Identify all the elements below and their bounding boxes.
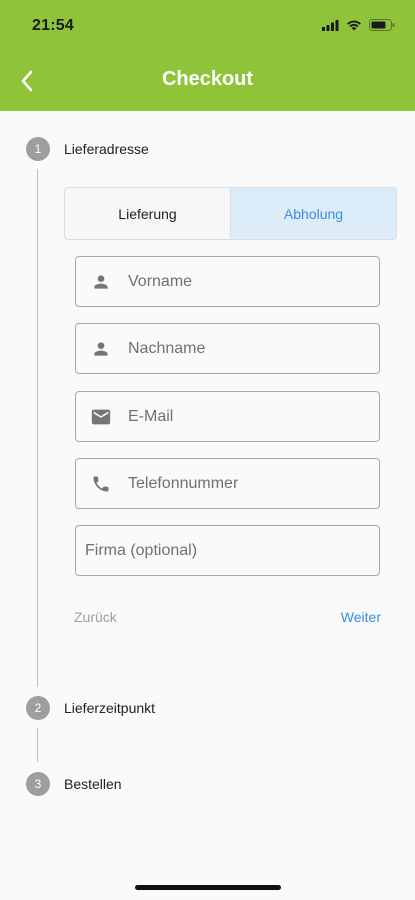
status-icons: [322, 19, 395, 31]
battery-icon: [369, 19, 395, 31]
back-step-button[interactable]: Zurück: [74, 609, 117, 625]
last-name-field[interactable]: Nachname: [75, 323, 380, 374]
step-3-number[interactable]: 3: [26, 772, 50, 796]
step-connector-line: [37, 169, 38, 687]
checkout-stepper: 1 Lieferadresse Lieferung Abholung Vorna…: [0, 111, 415, 900]
mail-icon: [90, 406, 112, 428]
email-placeholder: E-Mail: [128, 407, 174, 425]
next-step-button[interactable]: Weiter: [341, 609, 381, 625]
signal-icon: [322, 19, 339, 31]
step-3-label[interactable]: Bestellen: [64, 776, 122, 792]
status-time: 21:54: [32, 17, 74, 34]
first-name-field[interactable]: Vorname: [75, 256, 380, 307]
page-title: Checkout: [161, 68, 254, 90]
email-field[interactable]: E-Mail: [75, 391, 380, 442]
first-name-placeholder: Vorname: [128, 272, 193, 290]
delivery-option-button[interactable]: Lieferung: [65, 188, 230, 239]
person-icon: [90, 271, 112, 293]
person-icon: [90, 338, 112, 360]
home-indicator: [135, 885, 281, 890]
phone-field[interactable]: Telefonnummer: [75, 458, 380, 509]
company-field[interactable]: Firma (optional): [75, 525, 380, 576]
step-1-label[interactable]: Lieferadresse: [64, 141, 149, 157]
delivery-method-toggle: Lieferung Abholung: [64, 187, 397, 240]
step-2-number[interactable]: 2: [26, 696, 50, 720]
step-connector-line: [37, 728, 38, 762]
app-header: 21:54 Checkout: [0, 0, 415, 111]
pickup-option-button[interactable]: Abholung: [230, 188, 396, 239]
phone-icon: [90, 473, 112, 495]
company-placeholder: Firma (optional): [85, 541, 198, 559]
last-name-placeholder: Nachname: [128, 339, 206, 357]
phone-placeholder: Telefonnummer: [128, 474, 239, 492]
step-2-label[interactable]: Lieferzeitpunkt: [64, 700, 155, 716]
step-1-number[interactable]: 1: [26, 137, 50, 161]
wifi-icon: [347, 20, 361, 31]
